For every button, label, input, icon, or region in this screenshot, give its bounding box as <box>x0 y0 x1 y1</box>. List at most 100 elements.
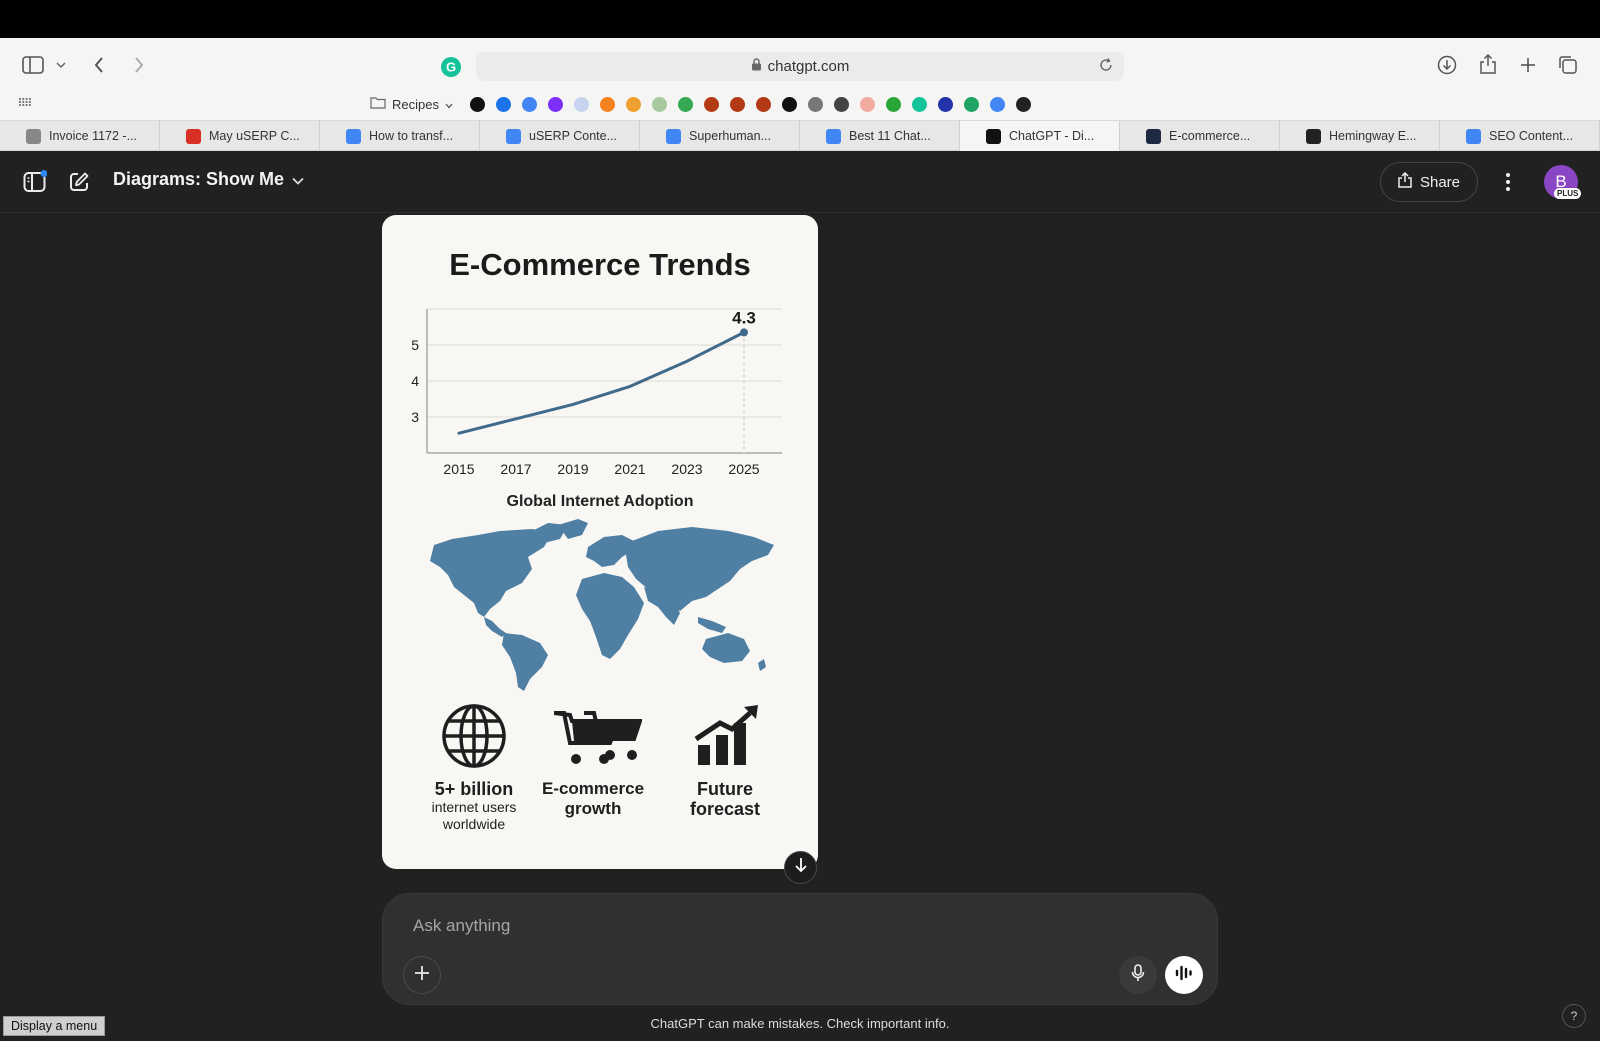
x-tick-label: 2015 <box>443 461 474 477</box>
help-button[interactable]: ? <box>1562 1004 1586 1028</box>
favicon-list <box>465 92 1037 116</box>
globe-favicon[interactable] <box>803 92 829 116</box>
dictate-button[interactable] <box>1119 956 1157 994</box>
model-selector[interactable]: Diagrams: Show Me <box>113 169 304 190</box>
tab-5[interactable]: Best 11 Chat... <box>800 121 960 151</box>
tab-label: May uSERP C... <box>209 129 300 143</box>
stat-value: 5+ billion <box>434 779 514 799</box>
sheets-favicon[interactable] <box>959 92 985 116</box>
google-favicon[interactable] <box>517 92 543 116</box>
folder-icon <box>370 96 386 112</box>
burger3-favicon[interactable] <box>751 92 777 116</box>
stripe-favicon[interactable] <box>621 92 647 116</box>
world-map-image <box>430 519 774 691</box>
green-square-icon <box>886 96 902 112</box>
tab-6[interactable]: ChatGPT - Di... <box>960 121 1120 151</box>
docs-favicon[interactable] <box>985 92 1011 116</box>
ms-icon <box>834 96 850 112</box>
chevron-down-icon[interactable] <box>54 56 68 74</box>
stripe-icon <box>626 96 642 112</box>
tab-favicon-icon <box>826 128 841 144</box>
sidebar-toggle-icon[interactable] <box>20 54 46 76</box>
tab-strip: Invoice 1172 -... May uSERP C... How to tr… <box>0 120 1600 151</box>
chat-header: Diagrams: Show Me Share B PLUS <box>0 151 1600 213</box>
favorites-bar: Recipes <box>370 92 1037 116</box>
slash-favicon[interactable] <box>543 92 569 116</box>
tab-label: SEO Content... <box>1489 129 1574 143</box>
tab-7[interactable]: E-commerce... <box>1120 121 1280 151</box>
c-favicon[interactable] <box>933 92 959 116</box>
share-button[interactable]: Share <box>1380 162 1478 202</box>
ms-favicon[interactable] <box>829 92 855 116</box>
tab-favicon-icon <box>666 128 681 144</box>
tab-3[interactable]: uSERP Conte... <box>480 121 640 151</box>
quill-favicon[interactable] <box>647 92 673 116</box>
back-icon[interactable] <box>88 54 110 76</box>
tab-label: How to transf... <box>369 129 454 143</box>
stat-caption: internet users worldwide <box>431 799 517 832</box>
generated-image-card[interactable]: E-Commerce Trends 3 4 5 2015 2017 2019 2021 202… <box>382 215 818 869</box>
message-composer <box>382 893 1218 1005</box>
upload-icon <box>1398 171 1412 192</box>
c-icon <box>938 96 954 112</box>
series-line <box>457 330 746 435</box>
chevron-down-icon <box>292 169 304 190</box>
burger2-icon <box>730 96 746 112</box>
t-icon <box>782 96 798 112</box>
google-icon <box>522 96 538 112</box>
app-root: G chatgpt.com Recipes Invoice 1172 -... … <box>0 0 1600 1041</box>
tab-0[interactable]: Invoice 1172 -... <box>0 121 160 151</box>
microphone-icon <box>1131 963 1145 987</box>
globe-icon <box>808 96 824 112</box>
search-favicon[interactable] <box>491 92 517 116</box>
hand-favicon[interactable] <box>855 92 881 116</box>
tab-label: E-commerce... <box>1169 129 1251 143</box>
pen-favicon[interactable] <box>569 92 595 116</box>
grid-apps-icon[interactable] <box>18 96 32 108</box>
tab-label: Best 11 Chat... <box>849 129 931 143</box>
reload-icon[interactable] <box>1098 57 1114 77</box>
forward-icon[interactable] <box>128 54 150 76</box>
tab-4[interactable]: Superhuman... <box>640 121 800 151</box>
burger2-favicon[interactable] <box>725 92 751 116</box>
stat-ecommerce-growth: E-commerce growth <box>538 779 648 819</box>
t-favicon[interactable] <box>777 92 803 116</box>
more-options-icon[interactable] <box>1498 169 1518 195</box>
tab-favicon-icon <box>186 128 201 144</box>
download-icon[interactable] <box>1436 54 1458 76</box>
burger1-favicon[interactable] <box>699 92 725 116</box>
tab-8[interactable]: Hemingway E... <box>1280 121 1440 151</box>
google2-favicon[interactable] <box>673 92 699 116</box>
tab-favicon-icon <box>1466 128 1481 144</box>
green-square-favicon[interactable] <box>881 92 907 116</box>
stat-value: Future forecast <box>689 779 761 819</box>
apple-favicon[interactable] <box>465 92 491 116</box>
new-tab-icon[interactable] <box>1517 54 1539 76</box>
prompt-input[interactable] <box>413 914 1013 938</box>
scroll-to-bottom-button[interactable] <box>784 851 817 884</box>
orange-icon <box>600 96 616 112</box>
orange-favicon[interactable] <box>595 92 621 116</box>
h-favicon[interactable] <box>1011 92 1037 116</box>
tab-2[interactable]: How to transf... <box>320 121 480 151</box>
slash-icon <box>548 96 564 112</box>
stat-future-forecast: Future forecast <box>670 779 780 819</box>
recipes-folder[interactable]: Recipes <box>370 92 453 116</box>
tab-overview-icon[interactable] <box>1557 54 1579 76</box>
new-chat-icon[interactable] <box>66 169 92 195</box>
tab-9[interactable]: SEO Content... <box>1440 121 1600 151</box>
lock-icon <box>751 58 762 75</box>
address-bar[interactable]: chatgpt.com <box>476 52 1124 81</box>
voice-mode-button[interactable] <box>1165 956 1203 994</box>
attach-button[interactable] <box>403 956 441 994</box>
grammarly-icon[interactable]: G <box>440 56 462 78</box>
tab-1[interactable]: May uSERP C... <box>160 121 320 151</box>
share-browser-icon[interactable] <box>1477 52 1499 76</box>
burger1-icon <box>704 96 720 112</box>
pen-icon <box>574 96 590 112</box>
grammarly-favicon[interactable] <box>907 92 933 116</box>
grammarly-icon <box>912 96 928 112</box>
plus-icon <box>414 965 430 986</box>
sidebar-open-icon[interactable] <box>22 169 48 195</box>
plan-badge: PLUS <box>1554 188 1582 199</box>
